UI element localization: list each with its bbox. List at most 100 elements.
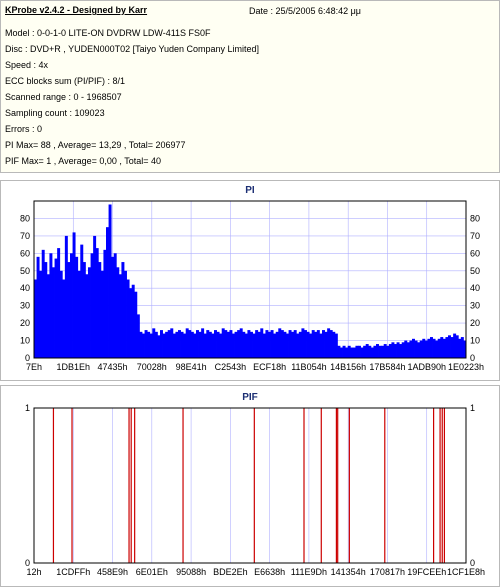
pi-bar — [445, 337, 449, 358]
pi-chart-panel: PI 7Eh 1DB1Eh 47435h 70028h 98E41h C2543h ECF1… — [0, 180, 500, 381]
pi-y-tick-label-left: 50 — [20, 266, 30, 276]
pi-bar — [324, 331, 328, 358]
pi-x-tick-label: 47435h — [98, 362, 128, 372]
pi-bar — [388, 344, 392, 358]
pi-bar — [427, 338, 431, 358]
pi-bar — [88, 267, 91, 358]
pif-y-tick-label-left: 0 — [25, 558, 30, 568]
pi-bar — [265, 330, 269, 358]
pi-bar — [64, 235, 68, 358]
pi-bar — [250, 331, 253, 358]
app-title: KProbe v2.4.2 - Designed by Karr — [5, 5, 148, 15]
pi-bar — [260, 328, 264, 358]
pi-bar — [237, 330, 241, 358]
pi-bar — [134, 291, 138, 358]
info-speed: Speed : 4x — [5, 60, 49, 70]
pi-bar — [39, 270, 43, 358]
pi-bar — [149, 333, 153, 358]
pi-bar — [355, 345, 359, 358]
pi-x-tick-label: 14B156h — [330, 362, 366, 372]
pi-bar — [329, 330, 333, 358]
pi-bar — [170, 328, 174, 358]
pi-x-tick-label: ECF18h — [253, 362, 286, 372]
pi-bar — [121, 262, 125, 358]
pi-bar — [219, 333, 223, 358]
pi-bar — [419, 340, 423, 358]
pi-bar — [340, 347, 343, 358]
pif-x-tick-label: 458E9h — [97, 567, 128, 577]
pif-x-tick-label: 141354h — [331, 567, 366, 577]
pi-bar — [41, 249, 45, 358]
pi-y-tick-label-right: 30 — [470, 301, 480, 311]
pi-bar — [448, 335, 451, 358]
pi-y-tick-label-left: 0 — [25, 353, 30, 363]
pi-bar — [244, 333, 248, 358]
pi-bar — [54, 258, 58, 358]
pi-bar — [430, 337, 433, 358]
pi-bar — [208, 331, 212, 358]
pi-x-tick-label: 98E41h — [176, 362, 207, 372]
pi-bar — [111, 256, 115, 358]
pi-bar — [286, 333, 289, 358]
pi-bar — [334, 333, 338, 358]
pi-bar — [103, 249, 107, 358]
pi-chart: 7Eh 1DB1Eh 47435h 70028h 98E41h C2543h ECF18h 1… — [20, 200, 484, 372]
pi-bar — [358, 345, 361, 358]
pi-bar — [124, 270, 127, 358]
pi-bar — [360, 347, 364, 358]
pif-y-tick-label-left: 1 — [25, 403, 30, 413]
pi-bar — [386, 345, 390, 358]
pi-bar — [414, 340, 418, 358]
pi-x-tick-label: C2543h — [215, 362, 247, 372]
pi-bar — [211, 333, 215, 358]
pi-bar — [378, 345, 382, 358]
pi-bar — [98, 262, 102, 358]
info-ecc-blocks: ECC blocks sum (PI/PIF) : 8/1 — [5, 76, 126, 86]
pif-x-tick-label: 19FCEEh — [407, 567, 446, 577]
pi-bar — [342, 345, 346, 358]
pi-bar — [142, 333, 145, 358]
pi-y-tick-label-right: 0 — [470, 353, 475, 363]
pi-bar — [347, 345, 351, 358]
pi-bar — [298, 331, 302, 358]
pi-y-tick-label-right: 10 — [470, 336, 480, 346]
pi-bar — [283, 331, 287, 358]
pi-bar — [185, 328, 189, 358]
pi-bar — [214, 330, 217, 358]
pi-bar — [255, 330, 259, 358]
pi-y-tick-label-right: 70 — [470, 231, 480, 241]
pi-bar — [288, 330, 292, 358]
pi-bar — [229, 330, 233, 358]
pi-bar — [67, 262, 71, 358]
pif-x-tick-label: 12h — [26, 567, 41, 577]
pi-bar — [273, 333, 277, 358]
pi-bar — [52, 267, 55, 358]
pi-bar — [100, 270, 104, 358]
pi-bar — [175, 331, 179, 358]
pi-x-tick-label: 11B054h — [291, 362, 326, 372]
pi-bar — [399, 344, 403, 358]
pi-bar — [432, 338, 436, 358]
pi-bar — [291, 331, 295, 358]
pi-bar — [327, 328, 331, 358]
pi-bar — [126, 279, 130, 358]
pi-bar — [85, 274, 89, 358]
pi-bar — [401, 342, 405, 358]
pi-bar — [193, 333, 197, 358]
pi-bar — [167, 330, 171, 358]
pi-bar — [201, 328, 205, 358]
pi-bar — [363, 345, 367, 358]
pi-bar — [440, 337, 444, 358]
pi-bar — [262, 333, 266, 358]
scan-date: Date : 25/5/2005 6:48:42 μμ — [249, 6, 361, 16]
pi-bar — [316, 330, 320, 358]
pi-bar — [172, 333, 176, 358]
pi-bar — [72, 232, 76, 358]
pi-bar — [352, 347, 356, 358]
pi-bar — [450, 337, 454, 358]
pi-x-tick-label: 1ADB90h — [407, 362, 446, 372]
pi-bar — [376, 344, 379, 358]
info-model: Model : 0-0-1-0 LITE-ON DVDRW LDW-411S F… — [5, 28, 211, 38]
pi-bar — [455, 335, 459, 358]
pi-bar — [234, 331, 238, 358]
